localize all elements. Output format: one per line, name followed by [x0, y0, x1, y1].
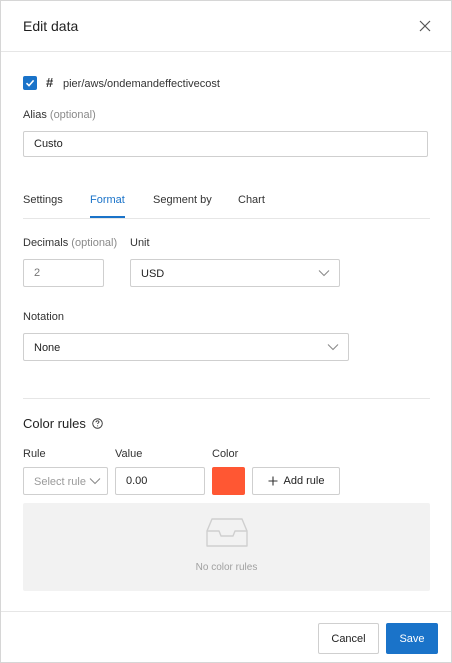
rule-select[interactable]: Select rule: [23, 467, 108, 495]
footer-divider: [1, 611, 451, 612]
section-divider: [23, 398, 430, 399]
close-icon: [419, 20, 431, 32]
tab-format[interactable]: Format: [90, 194, 125, 206]
rule-value-input[interactable]: [115, 467, 205, 495]
color-label: Color: [212, 448, 239, 460]
rule-select-placeholder: Select rule: [34, 476, 86, 488]
chevron-down-icon: [318, 270, 330, 277]
notation-label: Notation: [23, 311, 64, 323]
unit-select-value: USD: [141, 268, 165, 280]
tab-settings[interactable]: Settings: [23, 194, 63, 206]
metric-checkbox[interactable]: [23, 76, 37, 90]
unit-label: Unit: [130, 237, 150, 249]
save-button[interactable]: Save: [386, 623, 438, 654]
alias-input[interactable]: [23, 131, 428, 157]
help-icon[interactable]: [92, 418, 103, 429]
add-rule-label: Add rule: [283, 475, 325, 487]
decimals-input[interactable]: [23, 259, 104, 287]
chevron-down-icon: [327, 344, 339, 351]
close-button[interactable]: [415, 16, 435, 36]
tab-segment-by[interactable]: Segment by: [153, 194, 212, 206]
notation-select[interactable]: None: [23, 333, 349, 361]
metric-type-icon: #: [46, 75, 54, 90]
tab-chart[interactable]: Chart: [238, 194, 265, 206]
alias-label: Alias (optional): [23, 109, 96, 121]
alias-optional-hint: (optional): [49, 109, 96, 121]
empty-state-text: No color rules: [195, 562, 258, 573]
value-label: Value: [115, 448, 143, 460]
color-rules-empty-state: No color rules: [23, 503, 430, 591]
tabs-divider: [23, 218, 430, 219]
alias-label-text: Alias: [23, 109, 47, 121]
color-rules-title: Color rules: [23, 416, 86, 431]
chevron-down-icon: [89, 478, 101, 485]
decimals-label: Decimals (optional): [23, 237, 117, 249]
header-divider: [1, 51, 451, 52]
decimals-optional-hint: (optional): [71, 237, 118, 249]
unit-select[interactable]: USD: [130, 259, 340, 287]
active-tab-indicator: [90, 216, 125, 218]
cancel-button[interactable]: Cancel: [318, 623, 379, 654]
inbox-icon: [206, 518, 248, 547]
color-picker-swatch[interactable]: [212, 467, 245, 495]
decimals-label-text: Decimals: [23, 237, 69, 249]
notation-select-value: None: [34, 342, 61, 354]
rule-label: Rule: [23, 448, 46, 460]
dialog-title: Edit data: [23, 18, 79, 34]
edit-data-dialog: Edit data # pier/aws/ondemandeffectiveco…: [0, 0, 452, 663]
metric-name: pier/aws/ondemandeffectivecost: [63, 78, 220, 90]
plus-icon: [268, 476, 277, 486]
add-rule-button[interactable]: Add rule: [252, 467, 340, 495]
check-icon: [25, 79, 35, 87]
